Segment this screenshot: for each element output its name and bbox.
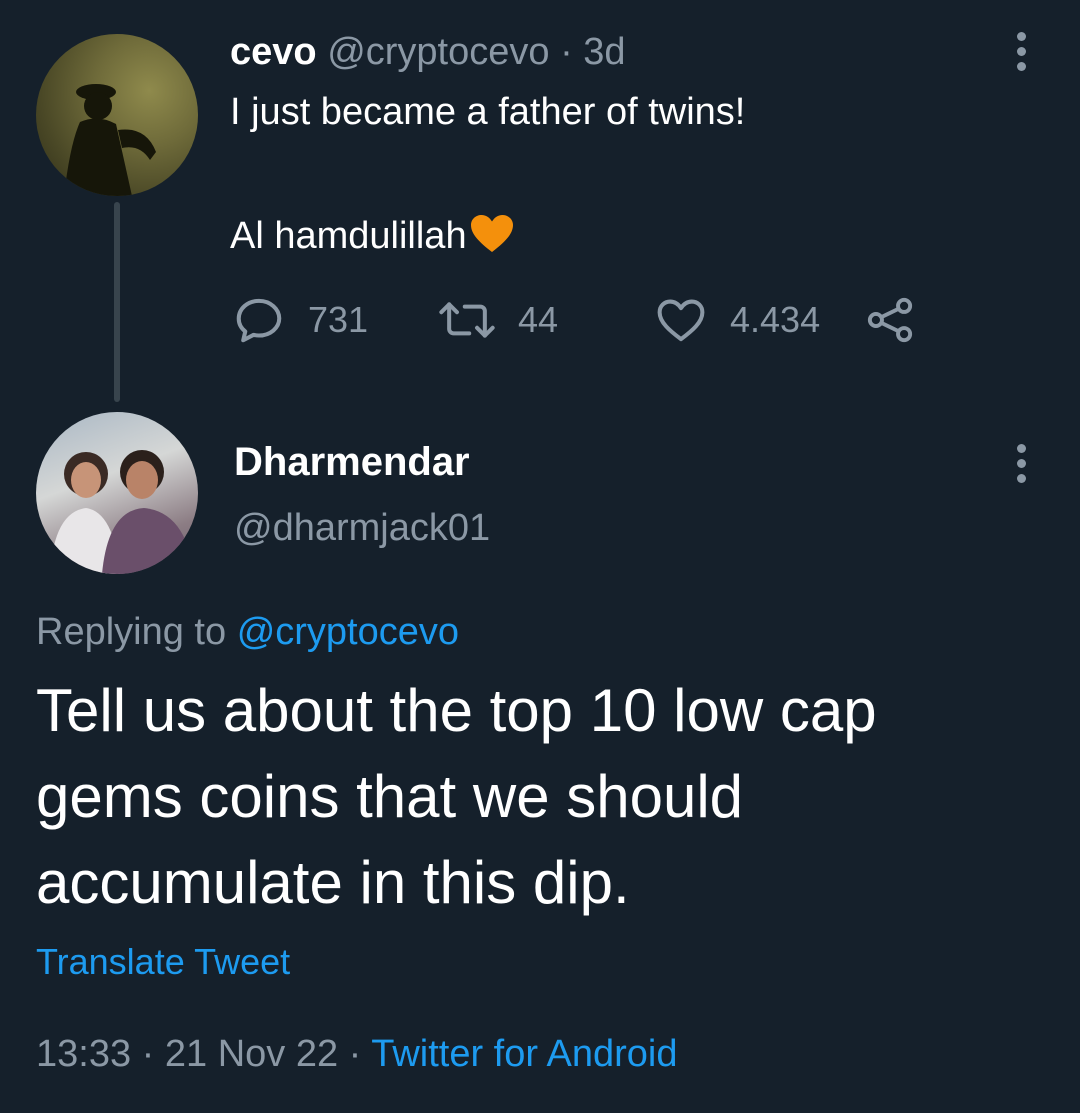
reply-author-name[interactable]: Dharmendar xyxy=(234,436,470,488)
author-name[interactable]: cevo xyxy=(230,31,317,73)
more-options-icon[interactable] xyxy=(1006,32,1036,71)
tweet-line-1: I just became a father of twins! xyxy=(230,91,746,133)
retweet-icon xyxy=(439,302,495,338)
tweet-meta: 13:33 · 21 Nov 22 · Twitter for Android xyxy=(36,1028,677,1080)
translate-tweet-link[interactable]: Translate Tweet xyxy=(36,938,290,986)
reply-tweet-text: Tell us about the top 10 low cap gems co… xyxy=(36,677,877,916)
retweet-count: 44 xyxy=(518,299,559,340)
tweet-text: I just became a father of twins! Al hamd… xyxy=(230,86,745,262)
meta-separator-1: · xyxy=(141,1033,155,1075)
like-action[interactable]: 4.434 xyxy=(654,292,820,348)
replying-to-link[interactable]: @cryptocevo xyxy=(237,611,459,653)
reply-icon xyxy=(236,298,282,343)
meta-separator-2: · xyxy=(348,1033,362,1075)
tweet-line-2-text: Al hamdulillah xyxy=(230,215,467,257)
retweet-action[interactable]: 44 xyxy=(438,292,558,348)
like-count: 4.434 xyxy=(730,299,821,340)
tweet-time[interactable]: 3d xyxy=(583,31,625,73)
tweet-actions: 731 44 4.434 xyxy=(232,292,932,348)
avatar-dharmendar[interactable] xyxy=(36,412,198,574)
tweet-thread: cevo @cryptocevo · 3d I just became a fa… xyxy=(0,0,1080,1113)
tweet-header: cevo @cryptocevo · 3d xyxy=(230,26,626,78)
share-action[interactable] xyxy=(864,292,916,348)
thread-connector-line xyxy=(114,202,120,402)
reply-count: 731 xyxy=(308,299,369,340)
share-icon xyxy=(867,297,913,343)
heart-icon xyxy=(657,299,705,342)
silhouette-figure xyxy=(64,84,156,196)
reply-action[interactable]: 731 xyxy=(232,292,368,348)
replying-to-label: Replying to xyxy=(36,611,227,653)
tweet-date[interactable]: 21 Nov 22 xyxy=(165,1033,338,1075)
more-options-icon[interactable] xyxy=(1006,444,1036,483)
orange-heart-icon xyxy=(470,215,513,252)
tweet-source-link[interactable]: Twitter for Android xyxy=(371,1033,677,1075)
tweet-line-2: Al hamdulillah xyxy=(230,210,745,262)
avatar-cevo[interactable] xyxy=(36,34,198,196)
tweet-timestamp[interactable]: 13:33 xyxy=(36,1033,131,1075)
replying-to: Replying to @cryptocevo xyxy=(36,606,459,658)
couple-photo xyxy=(50,450,194,574)
header-separator: · xyxy=(560,31,573,73)
author-handle[interactable]: @cryptocevo xyxy=(327,31,549,73)
reply-author-handle[interactable]: @dharmjack01 xyxy=(234,502,490,554)
